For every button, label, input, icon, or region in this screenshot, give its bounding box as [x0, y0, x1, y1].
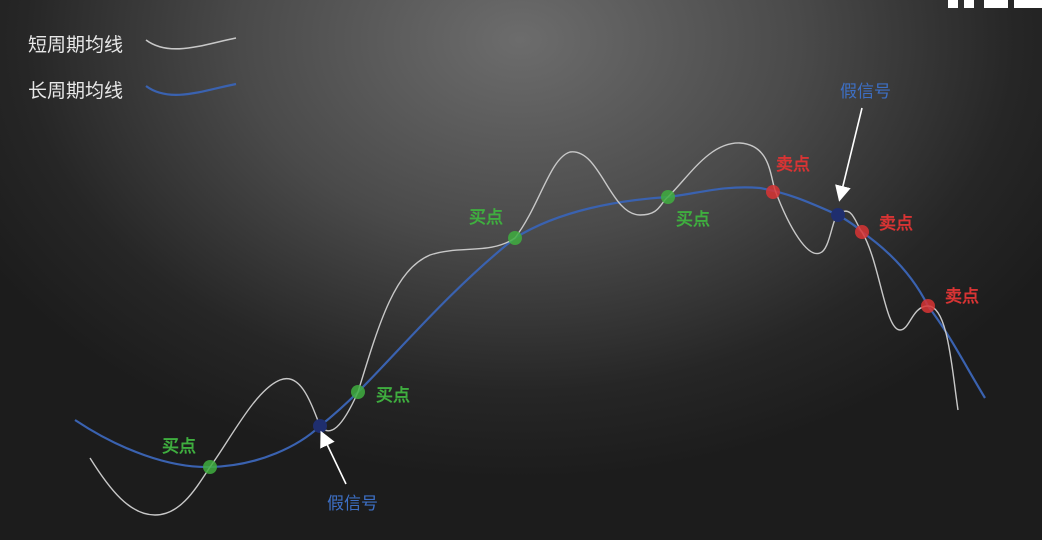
false-signal-label: 假信号	[840, 82, 891, 102]
buy-point-marker	[203, 460, 217, 474]
buy-point-label: 买点	[469, 207, 503, 228]
false-signal-marker	[831, 208, 845, 222]
legend: 短周期均线 长周期均线	[28, 34, 237, 102]
false-signal-arrow	[320, 430, 347, 485]
sell-point-label: 卖点	[776, 154, 810, 175]
false-signal-label: 假信号	[327, 494, 378, 514]
sell-point-label: 卖点	[945, 286, 979, 307]
sell-point-label: 卖点	[879, 213, 913, 234]
buy-point-marker	[351, 385, 365, 399]
false-signal-marker	[313, 419, 327, 433]
buy-point-label: 买点	[676, 209, 710, 230]
buy-point-marker	[661, 190, 675, 204]
buy-point-label: 买点	[376, 385, 410, 406]
crossover-markers	[203, 185, 935, 474]
legend-short-label: 短周期均线	[28, 34, 123, 56]
short-period-ma-line	[89, 142, 959, 516]
false-signal-arrow	[835, 107, 863, 202]
sell-point-marker	[921, 299, 935, 313]
legend-long-label: 长周期均线	[28, 80, 123, 102]
legend-short-line-swatch	[145, 37, 237, 50]
sell-point-marker	[855, 225, 869, 239]
sell-point-marker	[766, 185, 780, 199]
legend-long-line-swatch	[145, 82, 237, 96]
buy-point-marker	[508, 231, 522, 245]
long-period-ma-line	[74, 186, 986, 469]
buy-point-label: 买点	[162, 436, 196, 457]
moving-average-crossover-diagram: 短周期均线 长周期均线 买点 买点 买点 买点 卖点 卖点 卖点 假信号 假信号	[28, 34, 986, 516]
